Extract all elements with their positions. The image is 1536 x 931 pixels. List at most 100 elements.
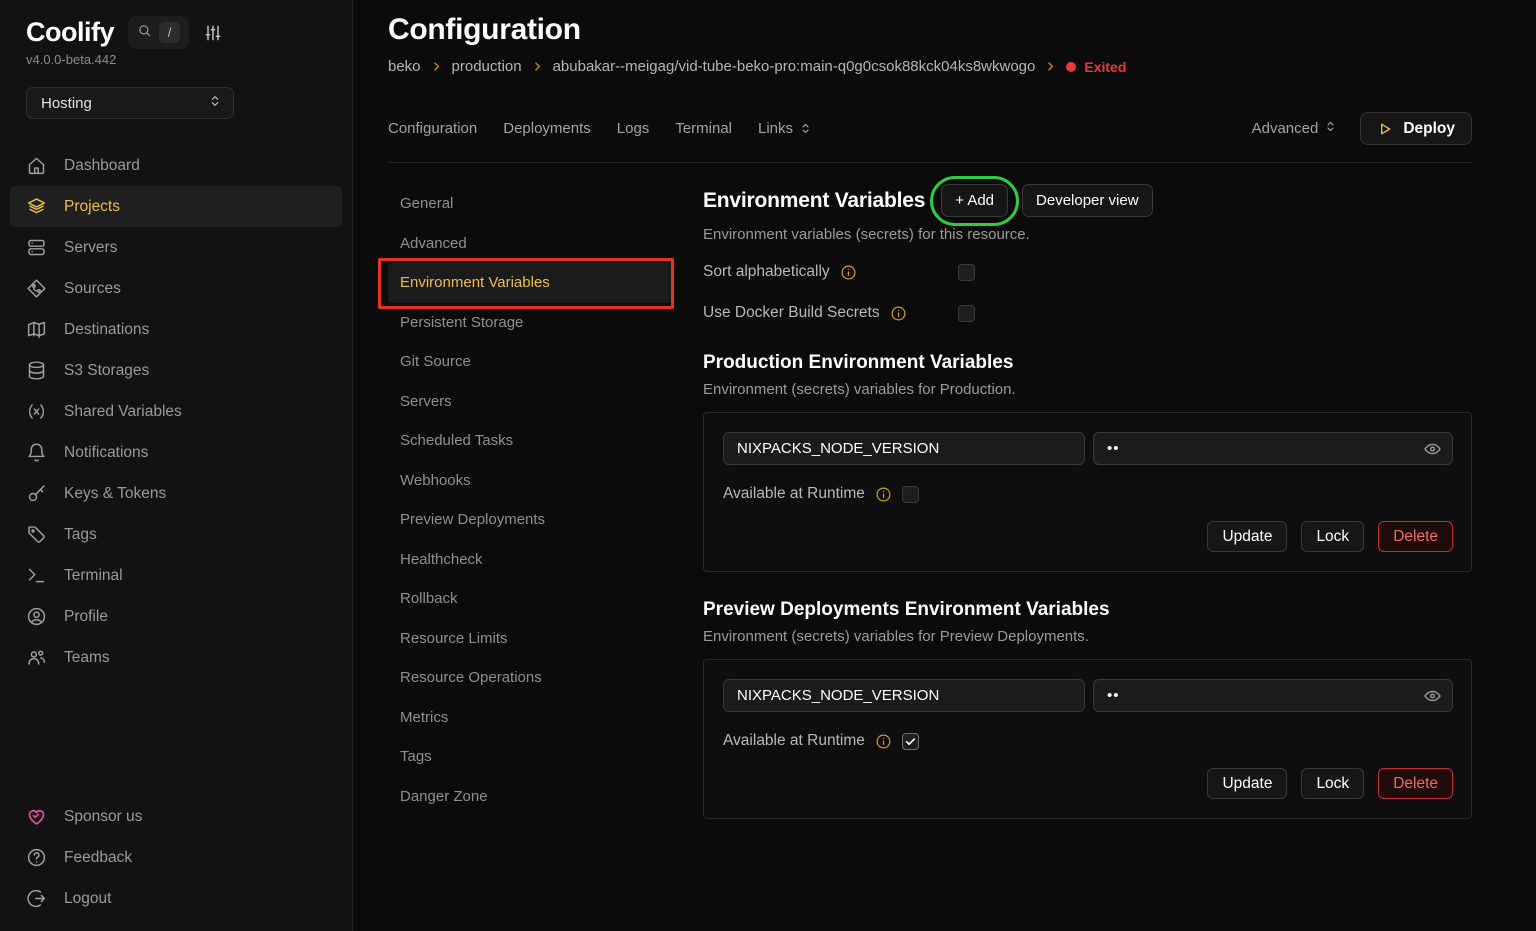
subnav-item-label: Tags <box>400 748 432 765</box>
layers-icon <box>26 196 47 217</box>
subnav-item-servers[interactable]: Servers <box>388 382 672 422</box>
sidebar-item-label: S3 Storages <box>64 362 149 380</box>
toggle-checkbox-use-docker-build-secrets[interactable] <box>958 305 975 322</box>
subnav-item-danger-zone[interactable]: Danger Zone <box>388 777 672 817</box>
sidebar-item-feedback[interactable]: Feedback <box>10 837 342 878</box>
env-variable-card: Available at Runtime Update Lock Delete <box>703 412 1472 572</box>
status-badge: Exited <box>1066 59 1126 75</box>
subnav-item-advanced[interactable]: Advanced <box>388 224 672 264</box>
delete-button[interactable]: Delete <box>1378 768 1453 799</box>
env-value-input[interactable] <box>1093 679 1453 712</box>
subnav-item-healthcheck[interactable]: Healthcheck <box>388 540 672 580</box>
runtime-checkbox[interactable] <box>902 486 919 503</box>
sidebar-item-keys-tokens[interactable]: Keys & Tokens <box>10 473 342 514</box>
search-icon <box>137 23 152 43</box>
chevron-right-icon <box>1044 60 1057 73</box>
subnav-item-label: Resource Limits <box>400 630 508 647</box>
subnav-item-rollback[interactable]: Rollback <box>388 579 672 619</box>
sidebar-item-label: Notifications <box>64 444 148 462</box>
chevron-right-icon <box>531 60 544 73</box>
toggle-row: Use Docker Build Secrets <box>703 301 1472 325</box>
sidebar-item-label: Servers <box>64 239 117 257</box>
tab-label: Terminal <box>675 120 732 137</box>
sidebar-item-servers[interactable]: Servers <box>10 227 342 268</box>
tab-configuration[interactable]: Configuration <box>388 120 477 137</box>
deploy-button[interactable]: Deploy <box>1360 112 1472 145</box>
page-title: Configuration <box>388 13 1472 47</box>
sidebar-item-teams[interactable]: Teams <box>10 637 342 678</box>
env-key-input[interactable] <box>723 679 1085 712</box>
sidebar-nav: Dashboard Projects Servers SourcesDestinati… <box>0 145 352 678</box>
breadcrumb-item[interactable]: beko <box>388 58 421 75</box>
tab-logs[interactable]: Logs <box>617 120 650 137</box>
subnav-item-label: Metrics <box>400 709 448 726</box>
user-circle-icon <box>26 606 47 627</box>
subnav-item-git-source[interactable]: Git Source <box>388 342 672 382</box>
sidebar: Coolify / v4.0.0-beta.442 Hosting Dashbo… <box>0 0 353 931</box>
subnav-item-persistent-storage[interactable]: Persistent Storage <box>388 303 672 343</box>
env-key-input[interactable] <box>723 432 1085 465</box>
sidebar-item-projects[interactable]: Projects <box>10 186 342 227</box>
subnav-item-label: Preview Deployments <box>400 511 545 528</box>
env-panel: Environment Variables + Add Developer vi… <box>703 184 1472 819</box>
subnav-item-resource-limits[interactable]: Resource Limits <box>388 619 672 659</box>
home-icon <box>26 155 47 176</box>
subnav-item-webhooks[interactable]: Webhooks <box>388 461 672 501</box>
tab-links[interactable]: Links <box>758 120 813 137</box>
update-button[interactable]: Update <box>1207 768 1287 799</box>
env-value-input[interactable] <box>1093 432 1453 465</box>
subnav-item-resource-operations[interactable]: Resource Operations <box>388 658 672 698</box>
subnav-item-tags[interactable]: Tags <box>388 737 672 777</box>
sidebar-item-terminal[interactable]: Terminal <box>10 555 342 596</box>
runtime-checkbox[interactable] <box>902 733 919 750</box>
bell-icon <box>26 442 47 463</box>
settings-sliders-icon[interactable] <box>203 23 223 43</box>
sidebar-item-destinations[interactable]: Destinations <box>10 309 342 350</box>
update-button[interactable]: Update <box>1207 521 1287 552</box>
sidebar-item-notifications[interactable]: Notifications <box>10 432 342 473</box>
app-version: v4.0.0-beta.442 <box>26 52 352 67</box>
lock-button[interactable]: Lock <box>1301 521 1364 552</box>
delete-button[interactable]: Delete <box>1378 521 1453 552</box>
team-select[interactable]: Hosting <box>26 87 234 119</box>
sidebar-item-label: Dashboard <box>64 157 140 175</box>
breadcrumb-item[interactable]: abubakar--meigag/vid-tube-beko-pro:main-… <box>553 58 1036 75</box>
lock-button[interactable]: Lock <box>1301 768 1364 799</box>
subnav-item-preview-deployments[interactable]: Preview Deployments <box>388 500 672 540</box>
sidebar-item-dashboard[interactable]: Dashboard <box>10 145 342 186</box>
sidebar-item-sponsor[interactable]: Sponsor us <box>10 796 342 837</box>
advanced-dropdown[interactable]: Advanced <box>1252 119 1339 138</box>
subnav-item-label: Webhooks <box>400 472 471 489</box>
env-panel-head: Environment Variables + Add Developer vi… <box>703 184 1472 217</box>
sidebar-item-s3-storages[interactable]: S3 Storages <box>10 350 342 391</box>
tab-terminal[interactable]: Terminal <box>675 120 732 137</box>
section-subtitle: Environment (secrets) variables for Prev… <box>703 628 1472 645</box>
sidebar-item-sources[interactable]: Sources <box>10 268 342 309</box>
subnav-item-general[interactable]: General <box>388 184 672 224</box>
sidebar-item-label: Terminal <box>64 567 123 585</box>
toggle-checkbox-sort-alphabetically[interactable] <box>958 264 975 281</box>
subnav-item-metrics[interactable]: Metrics <box>388 698 672 738</box>
toggle-label-zone: Sort alphabetically <box>703 263 958 281</box>
eye-icon[interactable] <box>1423 439 1442 458</box>
subnav-item-scheduled-tasks[interactable]: Scheduled Tasks <box>388 421 672 461</box>
add-env-button[interactable]: + Add <box>941 184 1008 217</box>
developer-view-button[interactable]: Developer view <box>1022 184 1153 217</box>
sidebar-item-label: Feedback <box>64 849 132 867</box>
breadcrumb-item[interactable]: production <box>452 58 522 75</box>
runtime-label: Available at Runtime <box>723 485 865 503</box>
info-icon <box>875 486 892 503</box>
sidebar-item-logout[interactable]: Logout <box>10 878 342 919</box>
search-button[interactable]: / <box>128 16 189 49</box>
sidebar-item-profile[interactable]: Profile <box>10 596 342 637</box>
sidebar-item-shared-variables[interactable]: Shared Variables <box>10 391 342 432</box>
tab-deployments[interactable]: Deployments <box>503 120 591 137</box>
subnav-item-label: Git Source <box>400 353 471 370</box>
eye-icon[interactable] <box>1423 686 1442 705</box>
env-variable-card: Available at RuntimeUpdateLockDelete <box>703 659 1472 819</box>
subnav-item-label: Healthcheck <box>400 551 483 568</box>
subnav-item-environment-variables[interactable]: Environment Variables <box>388 263 672 303</box>
terminal-icon <box>26 565 47 586</box>
env-subtitle: Environment variables (secrets) for this… <box>703 226 1472 243</box>
sidebar-item-tags[interactable]: Tags <box>10 514 342 555</box>
